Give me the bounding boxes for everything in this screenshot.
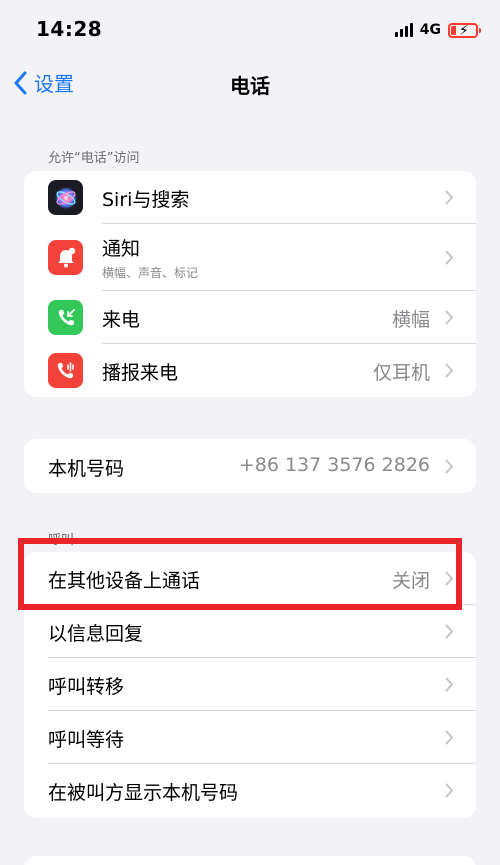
chevron-right-icon xyxy=(445,190,453,205)
network-type: 4G xyxy=(419,22,441,38)
chevron-right-icon xyxy=(445,571,453,586)
chevron-right-icon xyxy=(445,677,453,692)
siri-icon xyxy=(48,180,83,215)
announce-calls-value: 仅耳机 xyxy=(372,362,430,384)
call-forwarding-row[interactable]: 呼叫转移 xyxy=(24,658,476,711)
status-icons: 4G ⚡ xyxy=(394,20,481,40)
my-number-group: 本机号码 +86 137 3576 2826 xyxy=(24,439,476,493)
signal-icon xyxy=(394,23,413,37)
chevron-right-icon xyxy=(445,459,453,474)
siri-search-row[interactable]: Siri与搜索 xyxy=(24,171,476,224)
notifications-label: 通知 xyxy=(102,238,141,260)
notification-bell-icon xyxy=(48,240,83,275)
notifications-sublabel: 横幅、声音、标记 xyxy=(102,266,199,280)
announce-calls-label: 播报来电 xyxy=(102,362,179,384)
calls-on-other-devices-row[interactable]: 在其他设备上通话 关闭 xyxy=(24,552,476,605)
call-waiting-row[interactable]: 呼叫等待 xyxy=(24,711,476,764)
calls-group: 在其他设备上通话 关闭 以信息回复 呼叫转移 呼叫等待 在被叫方显示本机号码 xyxy=(24,552,476,818)
navigation-bar: 设置 电话 xyxy=(0,58,500,110)
my-number-label: 本机号码 xyxy=(48,458,125,480)
my-number-value: +86 137 3576 2826 xyxy=(238,454,430,476)
call-waiting-label: 呼叫等待 xyxy=(48,729,125,751)
section-header-calls: 呼叫 xyxy=(48,533,75,548)
announce-call-icon xyxy=(48,353,83,388)
announce-calls-row[interactable]: 播报来电 仅耳机 xyxy=(24,344,476,397)
notifications-row[interactable]: 通知 横幅、声音、标记 xyxy=(24,224,476,291)
my-number-row[interactable]: 本机号码 +86 137 3576 2826 xyxy=(24,439,476,493)
incoming-calls-row[interactable]: 来电 横幅 xyxy=(24,291,476,344)
status-bar: 14:28 4G ⚡ xyxy=(0,0,500,58)
section-header-allow-access: 允许“电话”访问 xyxy=(48,151,140,166)
incoming-calls-value: 横幅 xyxy=(391,309,430,331)
battery-charging-icon: ⚡ xyxy=(448,22,481,39)
respond-with-text-label: 以信息回复 xyxy=(48,623,144,645)
siri-search-label: Siri与搜索 xyxy=(102,189,190,211)
respond-with-text-row[interactable]: 以信息回复 xyxy=(24,605,476,658)
calls-on-other-devices-value: 关闭 xyxy=(391,570,430,592)
show-caller-id-row[interactable]: 在被叫方显示本机号码 xyxy=(24,764,476,817)
next-group-partial xyxy=(24,856,476,865)
call-forwarding-label: 呼叫转移 xyxy=(48,676,125,698)
chevron-right-icon xyxy=(445,624,453,639)
status-time: 14:28 xyxy=(36,17,103,41)
incoming-calls-label: 来电 xyxy=(102,309,141,331)
calls-on-other-devices-label: 在其他设备上通话 xyxy=(48,570,201,592)
page-title: 电话 xyxy=(230,74,270,98)
incoming-call-icon xyxy=(48,300,83,335)
chevron-right-icon xyxy=(445,363,453,378)
show-caller-id-label: 在被叫方显示本机号码 xyxy=(48,782,239,804)
chevron-right-icon xyxy=(445,310,453,325)
chevron-right-icon xyxy=(445,730,453,745)
chevron-right-icon xyxy=(445,250,453,265)
allow-access-group: Siri与搜索 通知 横幅、声音、标记 来电 横幅 播报来电 仅耳机 xyxy=(24,171,476,397)
chevron-right-icon xyxy=(445,783,453,798)
